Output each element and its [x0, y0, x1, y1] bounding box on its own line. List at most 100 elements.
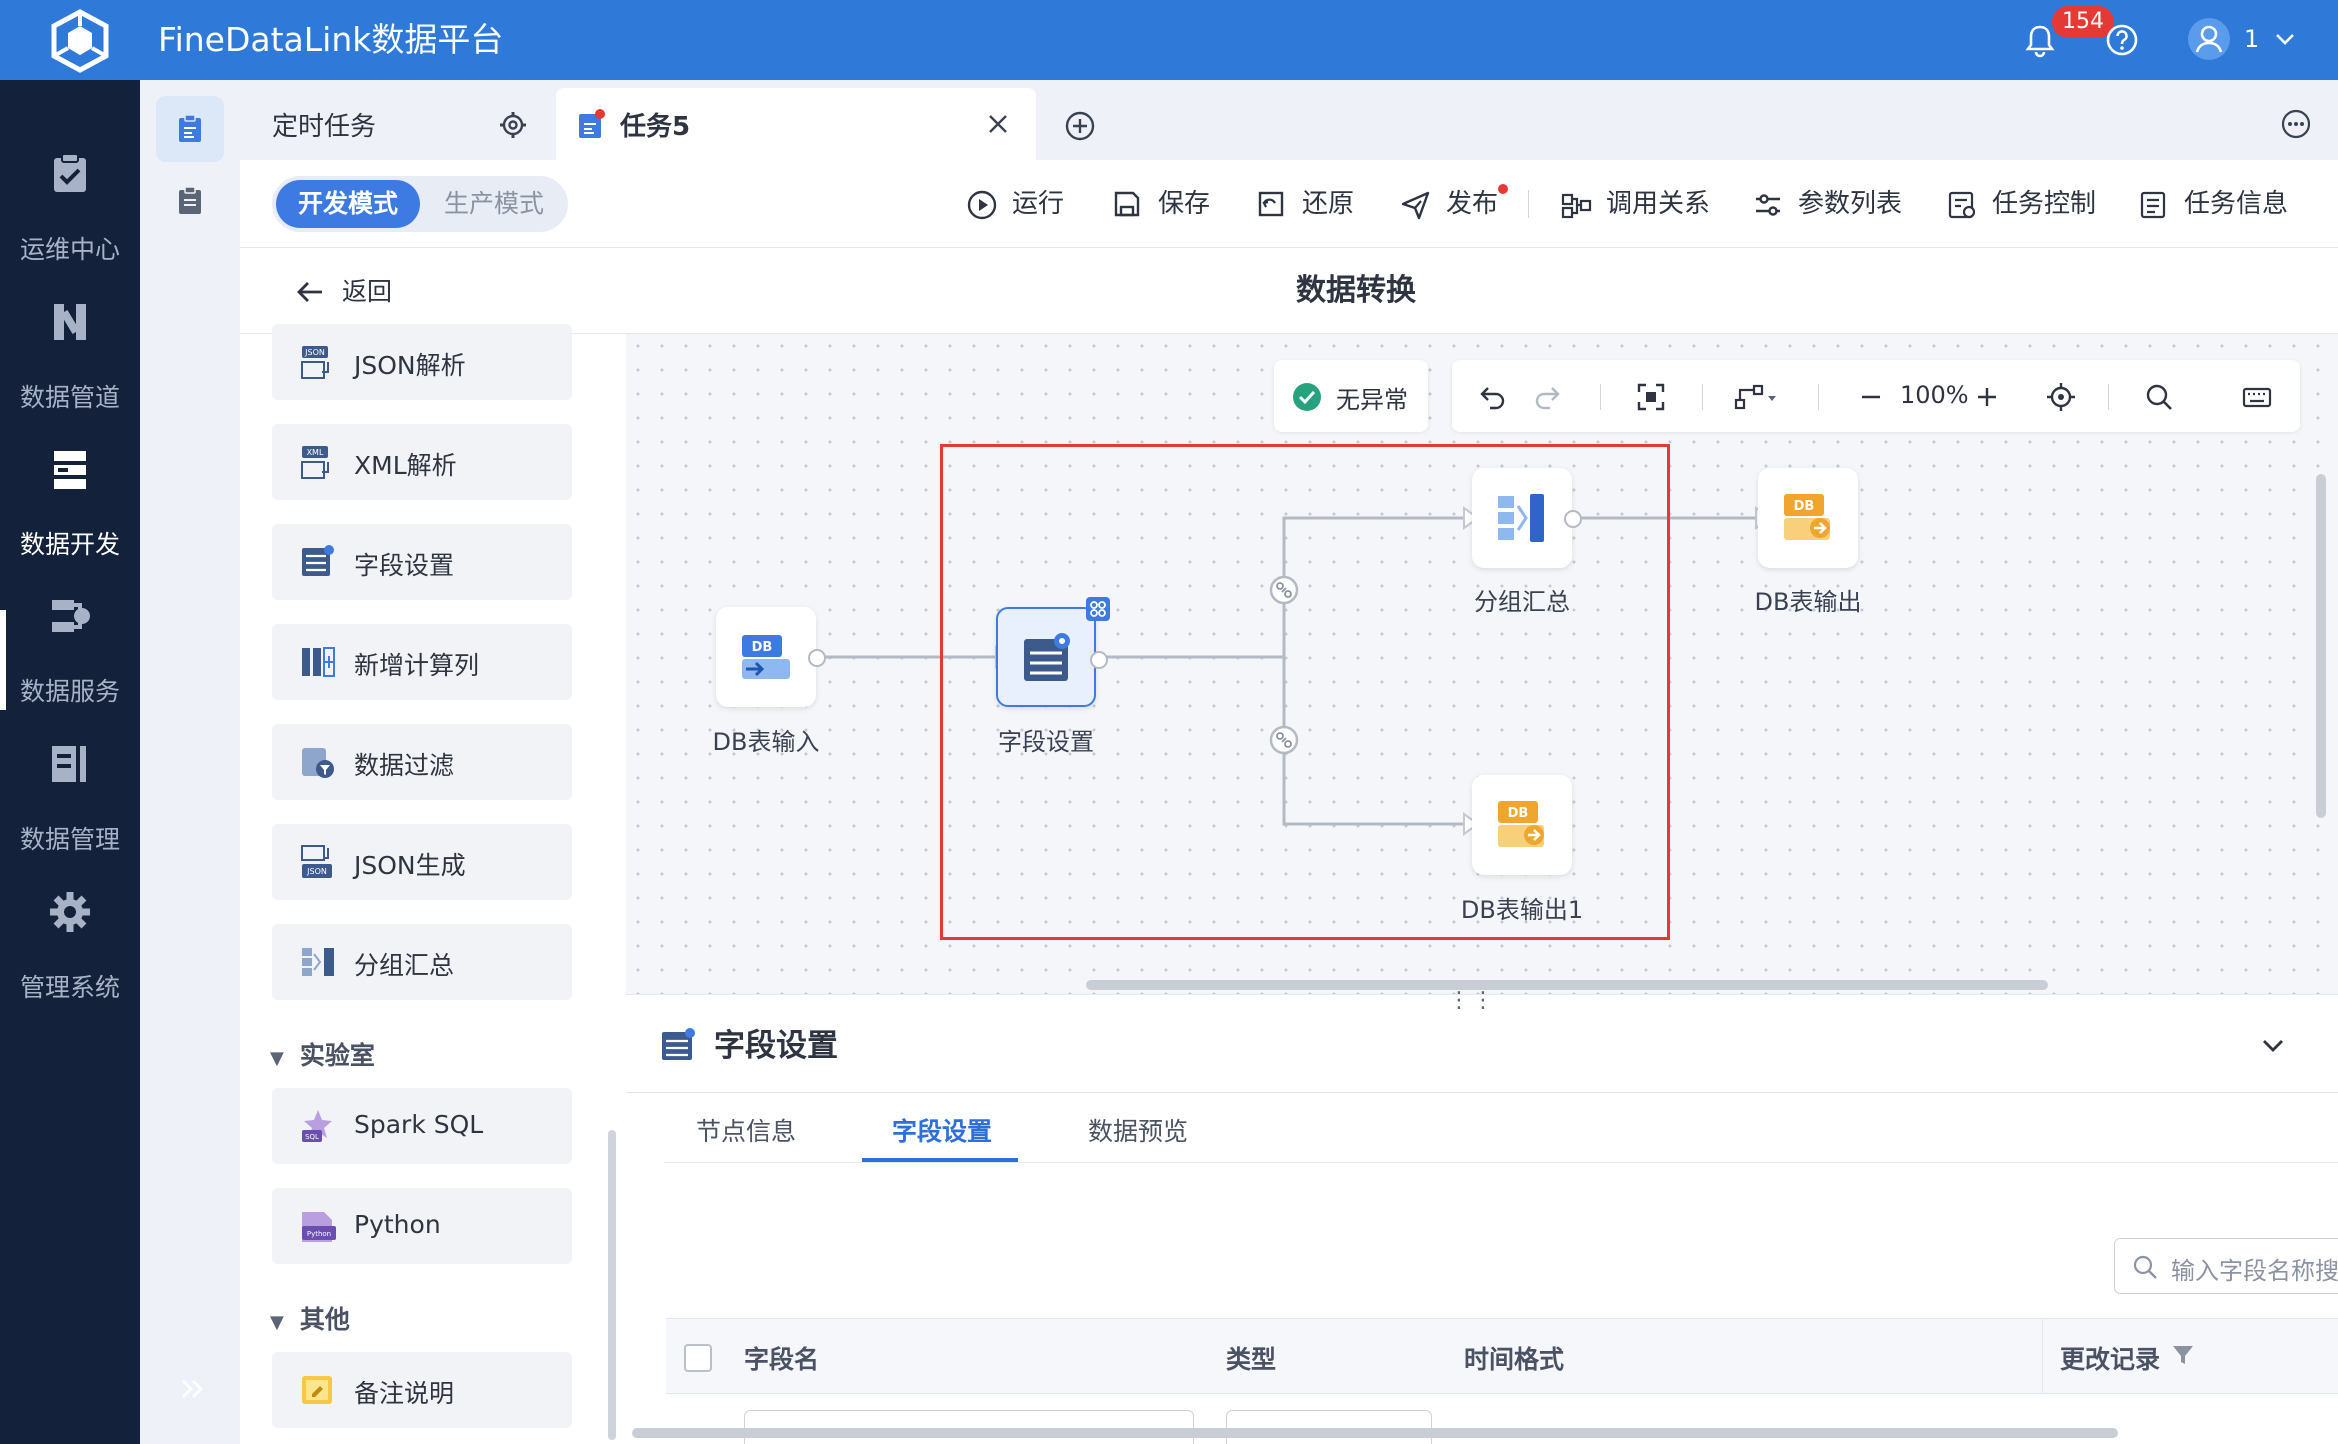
- task-doc-icon: [179, 114, 201, 142]
- tab-field-settings[interactable]: 字段设置: [892, 1112, 992, 1148]
- help-icon[interactable]: [2104, 22, 2140, 58]
- sub-nav: [140, 80, 240, 1444]
- task-control-icon: [1948, 191, 1976, 219]
- clipboard-icon[interactable]: [176, 186, 204, 216]
- pipeline-icon: [54, 304, 86, 340]
- json-generate-icon: JSON: [301, 845, 332, 878]
- palette-item-add-calc-column[interactable]: 新增计算列: [272, 624, 572, 700]
- save-icon: [1114, 191, 1140, 217]
- svg-text:JSON: JSON: [306, 867, 327, 876]
- add-tab-icon[interactable]: [1064, 110, 1096, 142]
- palette-item-data-filter[interactable]: 数据过滤: [272, 724, 572, 800]
- field-settings-icon: [662, 1028, 695, 1060]
- tabs-baseline: [664, 1162, 2338, 1163]
- node-label: DB表输入: [712, 728, 820, 756]
- tab-scheduled-tasks[interactable]: 定时任务: [240, 88, 550, 160]
- restore-icon: [1258, 191, 1284, 217]
- chevron-down-icon[interactable]: [2270, 24, 2300, 54]
- app-logo-icon: [51, 9, 109, 73]
- output-port[interactable]: [808, 649, 826, 667]
- group-summary-icon: [302, 948, 334, 976]
- data-service-icon: [52, 600, 90, 632]
- publish-dot: [1498, 184, 1508, 194]
- tab-task5[interactable]: 任务5: [556, 88, 1036, 160]
- python-icon: Python: [302, 1212, 336, 1242]
- svg-text:DB: DB: [752, 640, 773, 655]
- field-type-select[interactable]: [1226, 1410, 1432, 1444]
- filter-icon[interactable]: [2170, 1342, 2196, 1368]
- palette-item-spark-sql[interactable]: SQL Spark SQL: [272, 1088, 572, 1164]
- table-h-scrollbar[interactable]: [632, 1428, 2118, 1438]
- gear-icon: [50, 892, 90, 932]
- column-header: 更改记录: [2060, 1345, 2161, 1374]
- user-name[interactable]: 1: [2244, 22, 2259, 56]
- palette-scrollbar[interactable]: [608, 1130, 616, 1440]
- nav-active-indicator: [0, 610, 6, 710]
- palette-item-group-summary[interactable]: 分组汇总: [272, 924, 572, 1000]
- more-options-icon[interactable]: [2280, 108, 2312, 140]
- detail-divider: [626, 1092, 2338, 1093]
- tab-node-info[interactable]: 节点信息: [696, 1112, 796, 1148]
- column-header: 类型: [1226, 1345, 1277, 1374]
- caret-down-icon: ▼: [270, 1312, 284, 1333]
- palette-item-note[interactable]: 备注说明: [272, 1352, 572, 1428]
- data-dev-icon: [54, 451, 86, 489]
- palette-item-json-generate[interactable]: JSON JSON生成: [272, 824, 572, 900]
- field-settings-icon: [302, 545, 334, 576]
- nav-item-admin[interactable]: 管理系统: [0, 890, 140, 1090]
- toolbar-divider: [1528, 190, 1529, 218]
- play-icon: [967, 190, 997, 220]
- send-icon: [1401, 191, 1430, 220]
- xml-parse-icon: XML: [301, 446, 329, 479]
- page-title: 数据转换: [1296, 273, 1416, 308]
- palette-item-xml-parse[interactable]: XML XML解析: [272, 424, 572, 500]
- svg-text:Python: Python: [307, 1230, 331, 1238]
- note-icon: [302, 1376, 332, 1404]
- canvas-h-scrollbar[interactable]: [1086, 980, 2048, 990]
- palette-section-other[interactable]: ▼ 其他: [270, 1300, 350, 1336]
- svg-text:JSON: JSON: [304, 348, 325, 357]
- canvas-v-scrollbar[interactable]: [2316, 474, 2326, 818]
- spark-sql-icon: SQL: [302, 1110, 332, 1142]
- calc-column-icon: [302, 647, 335, 677]
- task-info-icon: [2140, 191, 2166, 219]
- field-name-input[interactable]: [744, 1410, 1194, 1444]
- dev-mode-button[interactable]: 开发模式: [276, 180, 420, 228]
- select-all-checkbox[interactable]: [684, 1344, 712, 1372]
- column-divider: [2042, 1318, 2043, 1394]
- settings-gear-icon[interactable]: [498, 110, 528, 140]
- palette-item-json-parse[interactable]: JSON JSON解析: [272, 324, 572, 400]
- arrow-left-icon: [297, 282, 322, 302]
- active-tab-underline: [862, 1158, 1018, 1162]
- palette-item-field-settings[interactable]: 字段设置: [272, 524, 572, 600]
- db-input-icon: DB: [742, 635, 790, 679]
- sliders-icon: [1756, 194, 1780, 216]
- svg-text:DB: DB: [1794, 499, 1815, 514]
- db-output-icon: DB: [1784, 494, 1830, 540]
- field-search-input[interactable]: 输入字段名称搜: [2114, 1238, 2338, 1294]
- subnav-task-list[interactable]: [156, 96, 224, 162]
- avatar[interactable]: [2188, 18, 2230, 60]
- detail-title: 字段设置: [714, 1028, 838, 1064]
- prod-mode-button[interactable]: 生产模式: [424, 180, 564, 228]
- relations-icon: [1561, 193, 1592, 219]
- tab-data-preview[interactable]: 数据预览: [1088, 1112, 1188, 1148]
- palette-item-python[interactable]: Python Python: [272, 1188, 572, 1264]
- node-label: DB表输出: [1754, 588, 1862, 616]
- palette-section-lab[interactable]: ▼ 实验室: [270, 1036, 375, 1072]
- node-db-output[interactable]: DB: [1758, 468, 1858, 568]
- clipboard-check-icon: [54, 153, 86, 192]
- search-icon: [2133, 1255, 2157, 1279]
- panel-resize-handle[interactable]: ⋮⋮: [1448, 988, 1496, 1013]
- svg-text:XML: XML: [307, 448, 324, 457]
- node-db-input[interactable]: DB: [716, 607, 826, 707]
- data-manage-icon: [52, 746, 86, 782]
- close-icon[interactable]: [986, 112, 1010, 136]
- left-nav: 运维中心 数据管道 数据开发 数据服务 数据管理 管理系统: [0, 80, 140, 1444]
- double-chevron-right-icon[interactable]: [176, 1372, 210, 1406]
- selection-highlight: [940, 444, 1670, 940]
- collapse-chevron-icon[interactable]: [2256, 1028, 2290, 1062]
- caret-down-icon: ▼: [270, 1048, 284, 1069]
- task-doc-icon: [579, 109, 605, 138]
- json-parse-icon: JSON: [301, 346, 329, 379]
